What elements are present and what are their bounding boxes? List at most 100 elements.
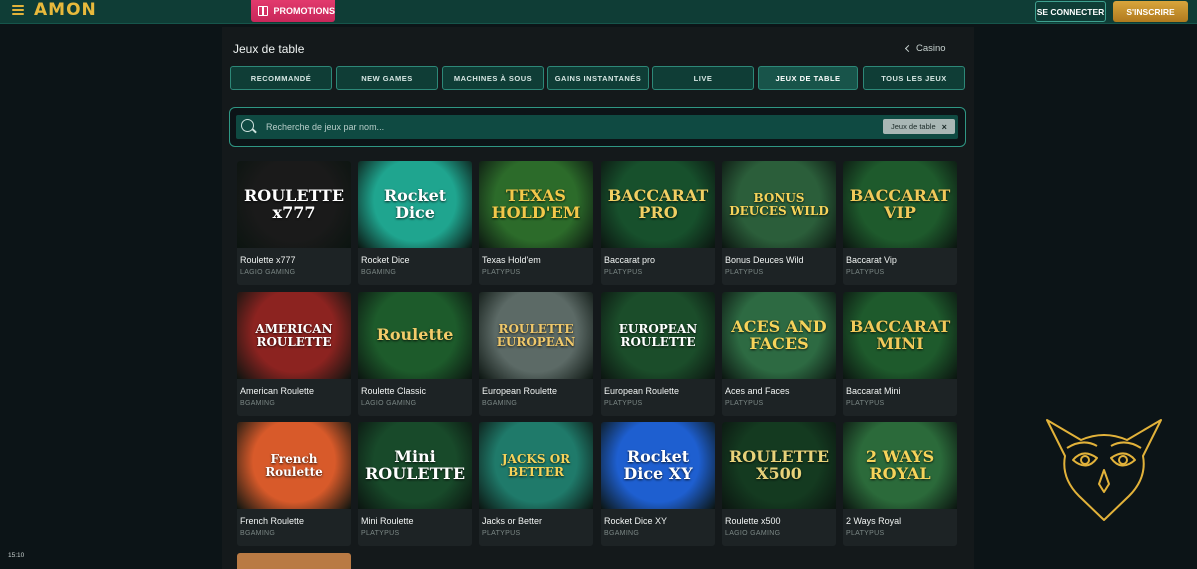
game-provider: BGAMING (240, 400, 276, 407)
back-to-casino-link[interactable]: Casino (904, 43, 946, 54)
game-thumbnail[interactable]: AMERICAN ROULETTE (237, 292, 351, 379)
game-title[interactable]: European Roulette (604, 386, 679, 396)
tab-recommande[interactable]: RECOMMANDÉ (230, 66, 332, 90)
game-title[interactable]: 2 Ways Royal (846, 516, 901, 526)
tab-jeux-de-table[interactable]: JEUX DE TABLE (758, 66, 858, 90)
game-thumbnail[interactable]: ACES AND FACES (722, 292, 836, 379)
game-provider: PLATYPUS (846, 400, 885, 407)
game-title[interactable]: Mini Roulette (361, 516, 414, 526)
game-card[interactable]: ACES AND FACES Aces and Faces PLATYPUS (722, 292, 836, 416)
game-card[interactable]: French Roulette French Roulette BGAMING (237, 422, 351, 546)
game-thumbnail[interactable]: BACCARAT MINI (843, 292, 957, 379)
search-input[interactable] (266, 118, 826, 136)
game-thumbnail[interactable]: ROULETTE X500 (722, 422, 836, 509)
game-title[interactable]: Baccarat Mini (846, 386, 901, 396)
game-title[interactable]: Rocket Dice XY (604, 516, 667, 526)
tab-live[interactable]: LIVE (652, 66, 754, 90)
game-thumbnail[interactable]: BACCARAT PRO (601, 161, 715, 248)
game-card[interactable]: TEXAS HOLD'EM Texas Hold'em PLATYPUS (479, 161, 593, 285)
game-artwork-text: ROULETTE X500 (728, 446, 830, 483)
game-thumbnail[interactable]: ROULETTE EUROPEAN (479, 292, 593, 379)
game-title[interactable]: Jacks or Better (482, 516, 542, 526)
game-thumbnail[interactable]: BACCARAT VIP (843, 161, 957, 248)
game-artwork-text: Roulette (376, 325, 454, 345)
game-card[interactable]: ROULETTE X500 Roulette x500 LAGIO GAMING (722, 422, 836, 546)
game-artwork-text: BACCARAT VIP (849, 185, 951, 222)
game-provider: PLATYPUS (725, 400, 764, 407)
game-card[interactable]: Roulette Roulette Classic LAGIO GAMING (358, 292, 472, 416)
game-title[interactable]: Aces and Faces (725, 386, 790, 396)
game-thumbnail[interactable]: ROULETTE x777 (237, 161, 351, 248)
game-card[interactable]: Rocket Dice Rocket Dice BGAMING (358, 161, 472, 285)
game-thumbnail[interactable]: French Roulette (237, 422, 351, 509)
game-provider: LAGIO GAMING (240, 269, 296, 276)
game-title[interactable]: Baccarat pro (604, 255, 655, 265)
close-icon[interactable]: × (942, 122, 947, 132)
game-card[interactable]: BACCARAT MINI Baccarat Mini PLATYPUS (843, 292, 957, 416)
game-title[interactable]: American Roulette (240, 386, 314, 396)
game-title[interactable]: Roulette Classic (361, 386, 426, 396)
top-bar: AMON PROMOTIONS SE CONNECTER S'INSCRIRE (0, 0, 1197, 24)
page-title: Jeux de table (233, 42, 305, 56)
game-thumbnail[interactable]: Roulette (358, 292, 472, 379)
game-thumbnail[interactable]: EUROPEAN ROULETTE (601, 292, 715, 379)
game-card[interactable]: JACKS OR BETTER Jacks or Better PLATYPUS (479, 422, 593, 546)
game-title[interactable]: Rocket Dice (361, 255, 410, 265)
game-artwork-text: Rocket Dice (383, 185, 447, 222)
game-title[interactable]: European Roulette (482, 386, 557, 396)
game-provider: BGAMING (604, 530, 640, 537)
game-thumbnail[interactable]: 2 WAYS ROYAL (843, 422, 957, 509)
game-artwork-text: 2 WAYS ROYAL (865, 446, 935, 483)
game-title[interactable]: Bonus Deuces Wild (725, 255, 804, 265)
game-card[interactable]: AMERICAN ROULETTE American Roulette BGAMIN… (237, 292, 351, 416)
brand-logo[interactable]: AMON (34, 0, 97, 20)
game-title[interactable]: French Roulette (240, 516, 304, 526)
tab-gains-instantanes[interactable]: GAINS INSTANTANÉS (547, 66, 649, 90)
game-artwork-text: ACES AND FACES (731, 316, 827, 353)
game-title[interactable]: Texas Hold'em (482, 255, 541, 265)
game-card[interactable]: BACCARAT PRO Baccarat pro PLATYPUS (601, 161, 715, 285)
game-thumbnail[interactable]: Rocket Dice XY (601, 422, 715, 509)
game-artwork-text: BONUS DEUCES WILD (729, 190, 829, 218)
game-card[interactable]: 2 WAYS ROYAL 2 Ways Royal PLATYPUS (843, 422, 957, 546)
game-provider: PLATYPUS (361, 530, 400, 537)
game-artwork-text: Mini ROULETTE (364, 446, 466, 483)
game-provider: PLATYPUS (604, 269, 643, 276)
game-artwork-text: ROULETTE x777 (243, 185, 345, 222)
menu-icon[interactable] (12, 4, 24, 16)
game-card[interactable]: BONUS DEUCES WILD Bonus Deuces Wild PLATYP… (722, 161, 836, 285)
filter-chip[interactable]: Jeux de table × (883, 119, 955, 134)
promotions-button[interactable]: PROMOTIONS (251, 0, 335, 22)
game-title[interactable]: Baccarat Vip (846, 255, 897, 265)
game-card[interactable]: EUROPEAN ROULETTE European Roulette PLATYP… (601, 292, 715, 416)
back-link-label: Casino (916, 43, 946, 54)
game-title[interactable]: Roulette x777 (240, 255, 296, 265)
game-title[interactable]: Roulette x500 (725, 516, 781, 526)
game-provider: BGAMING (361, 269, 397, 276)
game-card[interactable]: Mini ROULETTE Mini Roulette PLATYPUS (358, 422, 472, 546)
tab-new-games[interactable]: NEW GAMES (336, 66, 438, 90)
game-provider: PLATYPUS (482, 530, 521, 537)
game-provider: PLATYPUS (846, 530, 885, 537)
game-provider: BGAMING (240, 530, 276, 537)
game-card[interactable]: Rocket Dice XY Rocket Dice XY BGAMING (601, 422, 715, 546)
game-card[interactable]: ROULETTE x777 Roulette x777 LAGIO GAMING (237, 161, 351, 285)
game-thumbnail[interactable]: JACKS OR BETTER (479, 422, 593, 509)
clock: 15:10 (8, 552, 25, 559)
game-thumbnail[interactable]: Rocket Dice (358, 161, 472, 248)
game-provider: PLATYPUS (725, 269, 764, 276)
promotions-label: PROMOTIONS (273, 6, 335, 16)
tab-tous-les-jeux[interactable]: TOUS LES JEUX (863, 66, 965, 90)
game-provider: PLATYPUS (482, 269, 521, 276)
login-button[interactable]: SE CONNECTER (1035, 1, 1106, 22)
signup-button[interactable]: S'INSCRIRE (1113, 1, 1188, 22)
game-card[interactable]: BACCARAT VIP Baccarat Vip PLATYPUS (843, 161, 957, 285)
game-thumbnail[interactable]: BONUS DEUCES WILD (722, 161, 836, 248)
game-artwork-text: TEXAS HOLD'EM (491, 185, 581, 222)
game-thumbnail[interactable]: TEXAS HOLD'EM (479, 161, 593, 248)
game-provider: LAGIO GAMING (725, 530, 781, 537)
game-thumbnail[interactable]: Mini ROULETTE (358, 422, 472, 509)
game-card-partial[interactable] (237, 553, 351, 569)
game-card[interactable]: ROULETTE EUROPEAN European Roulette BGAMIN… (479, 292, 593, 416)
tab-machines-a-sous[interactable]: MACHINES À SOUS (442, 66, 544, 90)
